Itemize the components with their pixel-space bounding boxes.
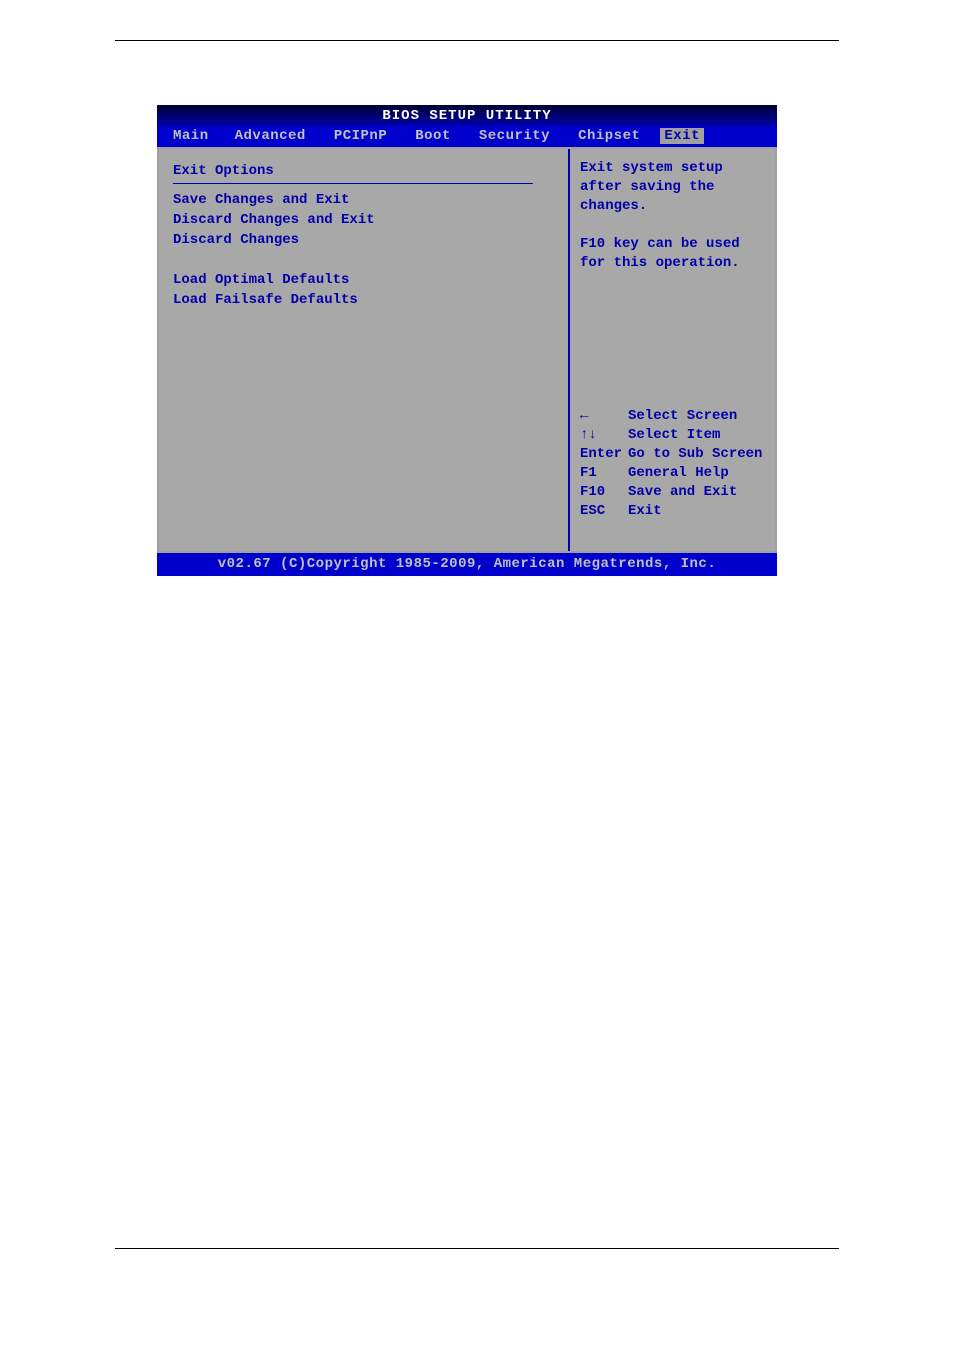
help-gap xyxy=(580,216,767,235)
help-line: for this operation. xyxy=(580,254,767,273)
nav-label: General Help xyxy=(628,464,729,483)
nav-label: Save and Exit xyxy=(628,483,737,502)
tab-main[interactable]: Main xyxy=(167,128,221,144)
bios-tabs: Main Advanced PCIPnP Boot Security Chips… xyxy=(157,126,777,149)
menu-gap xyxy=(173,250,554,270)
help-line: after saving the xyxy=(580,178,767,197)
nav-label: Select Screen xyxy=(628,407,737,426)
nav-exit: ESC Exit xyxy=(580,502,767,521)
section-title: Exit Options xyxy=(173,161,554,181)
nav-sub-screen: Enter Go to Sub Screen xyxy=(580,445,767,464)
bios-title: BIOS SETUP UTILITY xyxy=(157,105,777,126)
tab-boot[interactable]: Boot xyxy=(401,128,465,144)
nav-label: Go to Sub Screen xyxy=(628,445,762,464)
help-nav: ← Select Screen ↑↓ Select Item Enter Go … xyxy=(580,407,767,521)
bios-footer: v02.67 (C)Copyright 1985-2009, American … xyxy=(157,551,777,576)
bios-body: Exit Options Save Changes and Exit Disca… xyxy=(157,149,777,551)
nav-label: Select Item xyxy=(628,426,720,445)
help-line: changes. xyxy=(580,197,767,216)
menu-load-failsafe-defaults[interactable]: Load Failsafe Defaults xyxy=(173,290,554,310)
tab-advanced[interactable]: Advanced xyxy=(221,128,320,144)
page-header-rule xyxy=(115,40,839,41)
bios-right-panel: Exit system setup after saving the chang… xyxy=(568,149,775,551)
nav-label: Exit xyxy=(628,502,662,521)
help-line: F10 key can be used xyxy=(580,235,767,254)
nav-key-f10: F10 xyxy=(580,483,628,502)
tab-exit[interactable]: Exit xyxy=(660,128,704,144)
page-footer-rule xyxy=(115,1248,839,1249)
menu-discard-changes-exit[interactable]: Discard Changes and Exit xyxy=(173,210,554,230)
tab-chipset[interactable]: Chipset xyxy=(564,128,654,144)
menu-discard-changes[interactable]: Discard Changes xyxy=(173,230,554,250)
tab-pcipnp[interactable]: PCIPnP xyxy=(320,128,401,144)
nav-select-screen: ← Select Screen xyxy=(580,407,767,426)
help-line: Exit system setup xyxy=(580,159,767,178)
bios-left-panel: Exit Options Save Changes and Exit Disca… xyxy=(159,149,568,551)
nav-save-exit: F10 Save and Exit xyxy=(580,483,767,502)
nav-general-help: F1 General Help xyxy=(580,464,767,483)
bios-window: BIOS SETUP UTILITY Main Advanced PCIPnP … xyxy=(157,105,777,570)
nav-key-updown-arrow-icon: ↑↓ xyxy=(580,426,628,445)
help-text: Exit system setup after saving the chang… xyxy=(580,159,767,273)
nav-select-item: ↑↓ Select Item xyxy=(580,426,767,445)
nav-key-enter: Enter xyxy=(580,445,628,464)
section-rule xyxy=(173,183,533,184)
menu-save-changes-exit[interactable]: Save Changes and Exit xyxy=(173,190,554,210)
nav-key-left-arrow-icon: ← xyxy=(580,407,628,426)
nav-key-esc: ESC xyxy=(580,502,628,521)
menu-load-optimal-defaults[interactable]: Load Optimal Defaults xyxy=(173,270,554,290)
nav-key-f1: F1 xyxy=(580,464,628,483)
tab-security[interactable]: Security xyxy=(465,128,564,144)
